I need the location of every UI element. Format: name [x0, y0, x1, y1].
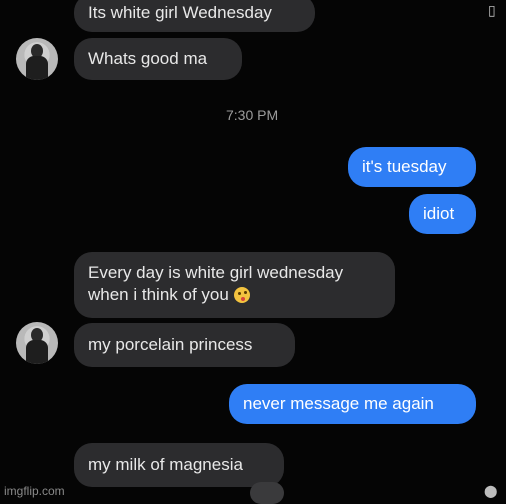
received-message: Its white girl Wednesday [74, 0, 315, 32]
profile-avatar[interactable] [16, 322, 58, 364]
kissing-face-emoji-icon [233, 287, 250, 303]
message-text-line-2: when i think of you [88, 284, 381, 306]
reaction-icon[interactable] [250, 482, 284, 504]
message-text: Its white girl Wednesday [88, 3, 272, 22]
avatar-body [26, 340, 48, 364]
message-text: Whats good ma [88, 49, 208, 68]
received-message: my milk of magnesia [74, 443, 284, 487]
timestamp: 7:30 PM [226, 107, 279, 123]
received-message: my porcelain princess [74, 323, 295, 367]
message-text: my milk of magnesia [88, 455, 243, 474]
received-message: Whats good ma [74, 38, 242, 80]
avatar-body [26, 56, 48, 80]
message-text: it's tuesday [362, 157, 447, 176]
sent-message: never message me again [229, 384, 476, 424]
sent-message: it's tuesday [348, 147, 476, 187]
corner-icon[interactable]: ⬤ [484, 484, 497, 498]
sent-message: idiot [409, 194, 476, 234]
watermark: imgflip.com [4, 484, 65, 498]
message-text-line-2-text: when i think of you [88, 285, 229, 304]
message-text: idiot [423, 204, 455, 223]
received-message: Every day is white girl wednesday when i… [74, 252, 395, 318]
share-icon[interactable]: ▯ [488, 2, 496, 19]
profile-avatar[interactable] [16, 38, 58, 80]
message-text: my porcelain princess [88, 335, 253, 354]
message-text: never message me again [243, 394, 434, 413]
message-text-line-1: Every day is white girl wednesday [88, 263, 344, 282]
